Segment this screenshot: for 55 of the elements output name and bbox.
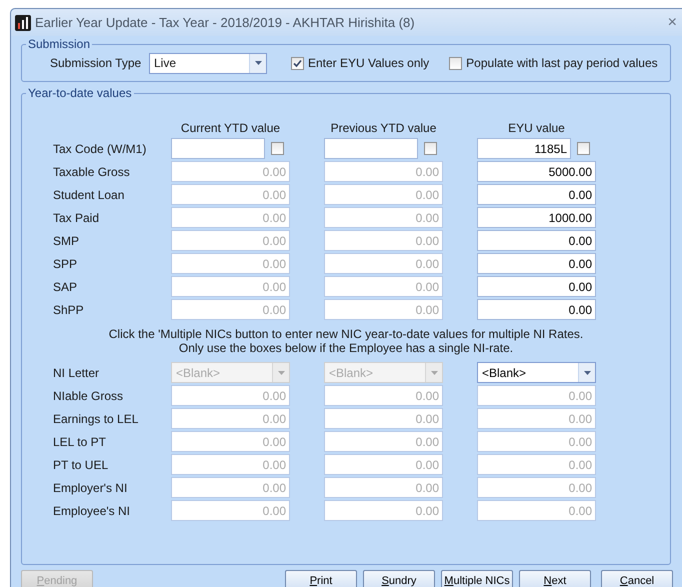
dialog-button[interactable]: Cancel xyxy=(601,570,673,587)
input-field[interactable]: 0.00 xyxy=(477,276,596,297)
dialog-button[interactable]: Multiple NICs xyxy=(441,570,513,587)
checkbox[interactable] xyxy=(576,142,590,155)
field-label: NI Letter xyxy=(53,364,100,382)
checkbox[interactable] xyxy=(270,142,284,155)
field-label: Submission Type xyxy=(50,55,142,72)
column-heading: Current YTD value xyxy=(180,120,282,137)
dialog-button[interactable]: Next xyxy=(519,570,591,587)
caret-icon xyxy=(254,61,262,65)
bar-chart-icon xyxy=(15,14,31,30)
field-label: Employer's NI xyxy=(53,480,128,496)
field-label: SAP xyxy=(53,278,78,296)
input-field[interactable]: 1185L xyxy=(477,138,571,159)
submission-type-dropdown[interactable]: Live xyxy=(149,52,267,74)
field-label: Employee's NI xyxy=(53,502,131,520)
input-field[interactable]: 0.00 xyxy=(477,299,596,320)
column-heading: EYU value xyxy=(507,120,566,137)
field-label: SPP xyxy=(53,256,78,272)
caret-icon xyxy=(584,370,590,374)
input-field[interactable]: 0.00 xyxy=(477,230,596,251)
dropdown-arrow-button[interactable] xyxy=(249,54,266,72)
caret-icon xyxy=(430,370,438,374)
input-field[interactable]: 5000.00 xyxy=(477,161,596,182)
input-field[interactable] xyxy=(324,138,418,159)
field-label: Student Loan xyxy=(53,186,126,204)
field-label: ShPP xyxy=(53,302,85,318)
field-label: PT to UEL xyxy=(53,456,110,474)
instruction-text: Only use the boxes below if the Employee has a single NI-rate. xyxy=(178,341,514,355)
dropdown-arrow-button[interactable] xyxy=(578,363,595,382)
input-field[interactable] xyxy=(171,138,265,159)
column-heading: Previous YTD value xyxy=(330,120,438,137)
instruction-text: Click the 'Multiple NICs button to enter new NIC year-to-date values for multiple NI Rates. xyxy=(108,327,584,341)
checkbox-label: Populate with last pay period values xyxy=(466,55,658,72)
dropdown[interactable]: <Blank> xyxy=(477,362,596,383)
checkbox-label: Enter EYU Values only xyxy=(308,55,430,72)
field-label: SMP xyxy=(53,232,80,250)
input-field[interactable]: 0.00 xyxy=(477,253,596,274)
field-label: Tax Code (W/M1) xyxy=(53,140,148,158)
dialog-button[interactable]: Sundry xyxy=(363,570,435,587)
checkmark-icon xyxy=(293,58,302,68)
caret-icon xyxy=(278,370,284,374)
dialog-button[interactable]: Print xyxy=(285,570,357,587)
input-field[interactable]: 1000.00 xyxy=(477,207,596,228)
checkbox[interactable] xyxy=(424,142,436,155)
field-label: LEL to PT xyxy=(53,434,107,450)
field-label: Tax Paid xyxy=(53,210,100,226)
field-label: NIable Gross xyxy=(53,388,124,404)
field-label: Earnings to LEL xyxy=(53,410,140,428)
window-title: Earlier Year Update - Tax Year - 2018/2019 - AKHTAR Hirishita (8) xyxy=(35,14,416,32)
checkbox[interactable] xyxy=(449,56,462,70)
checkbox[interactable] xyxy=(291,56,304,70)
close-button[interactable]: × xyxy=(668,14,677,30)
input-field[interactable]: 0.00 xyxy=(477,184,596,205)
field-label: Taxable Gross xyxy=(53,164,131,180)
